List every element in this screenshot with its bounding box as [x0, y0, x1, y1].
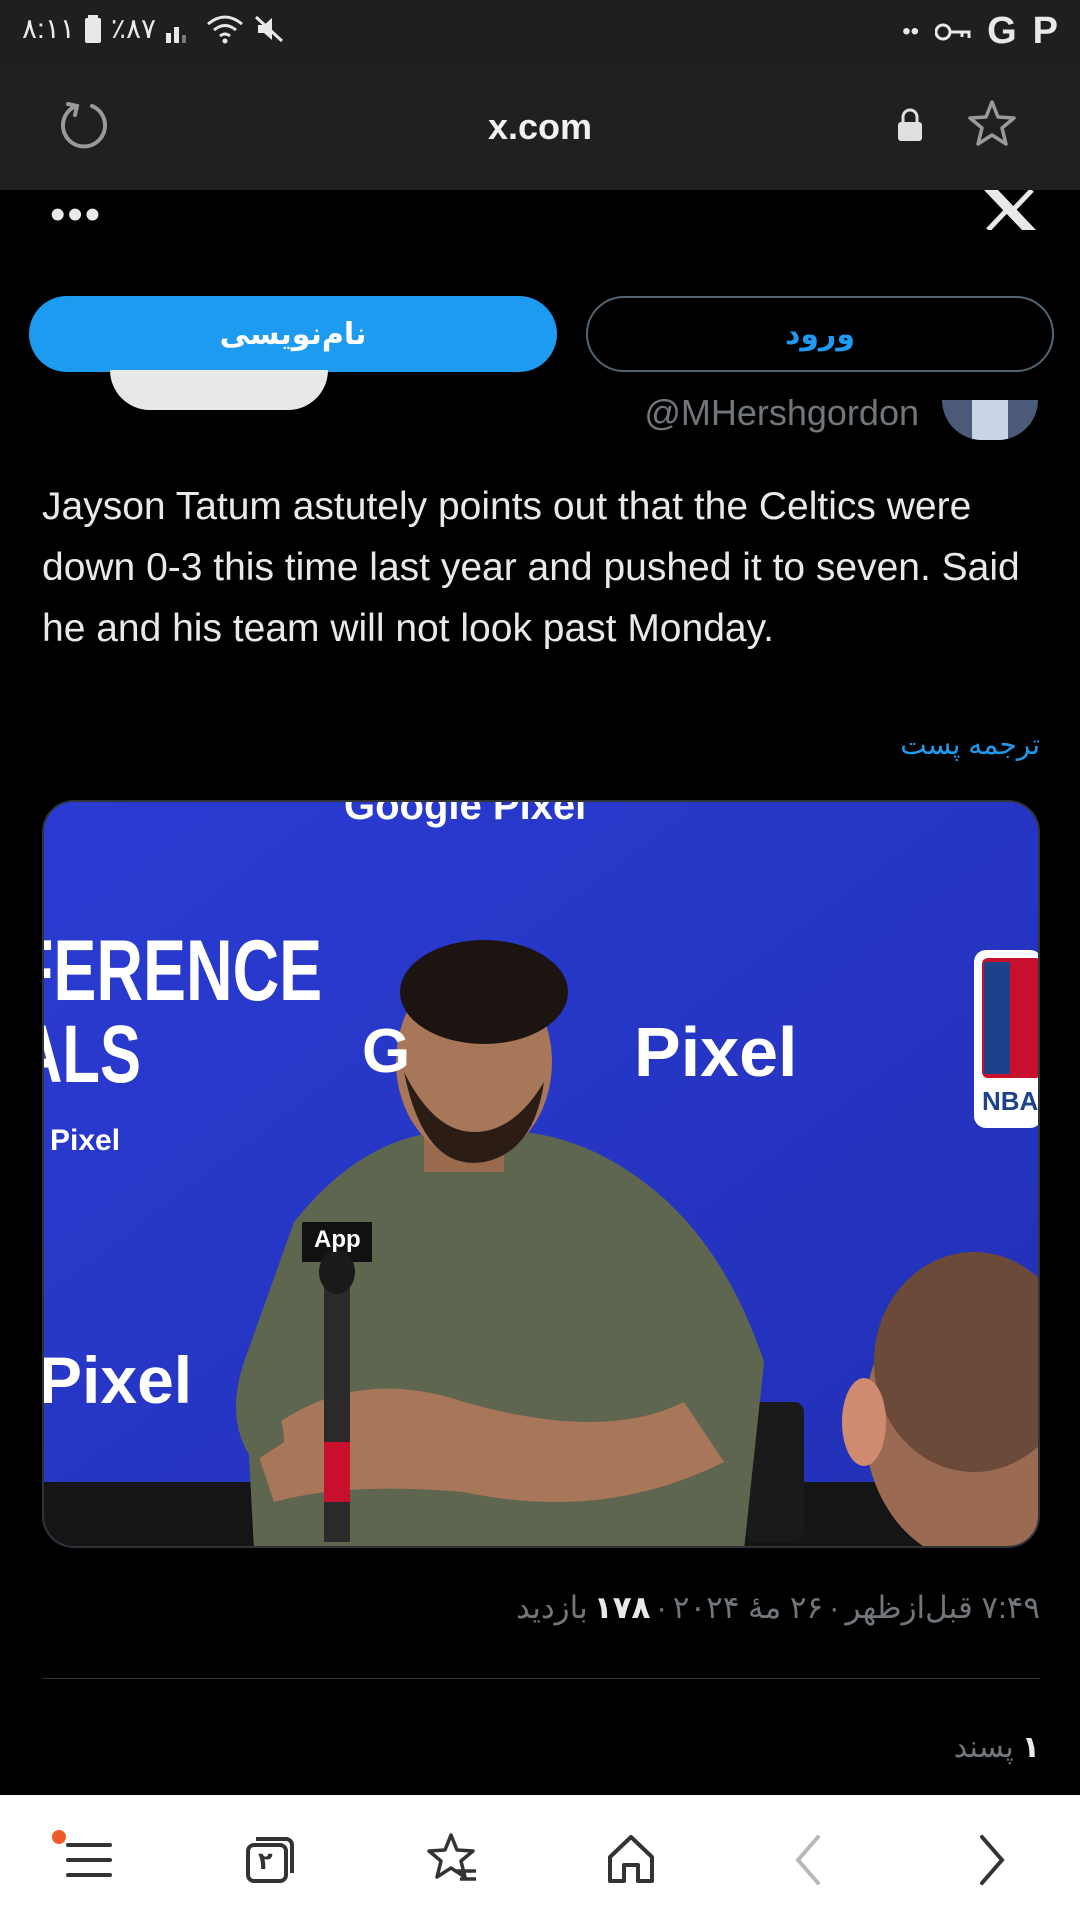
photo-g-letter: G [362, 1017, 411, 1086]
views-label: بازدید [515, 1590, 588, 1625]
photo-nba-text: NBA [982, 1086, 1039, 1116]
follow-button[interactable] [110, 370, 328, 410]
photo-mic-flag-text: App [314, 1226, 361, 1253]
back-icon[interactable] [774, 1825, 844, 1895]
more-options-icon[interactable]: ••• [50, 190, 102, 240]
tweet-time[interactable]: ۷:۴۹ قبل‌ازظهر [846, 1590, 1041, 1626]
bookmarks-icon[interactable] [416, 1825, 486, 1895]
press-conference-photo [44, 802, 1038, 1546]
photo-top-banner: Google Pixel [344, 800, 587, 828]
tweet-metadata: ۷:۴۹ قبل‌ازظهر · ۲۶ مهٔ ۲۰۲۴ · ۱۷۸ بازدی… [516, 1590, 1040, 1626]
author-avatar[interactable] [942, 400, 1038, 440]
signal-icon [166, 26, 187, 43]
photo-conference-text: FERENCE [42, 923, 323, 1019]
status-right: •• G P [902, 10, 1058, 53]
photo-pixel-center: Pixel [634, 1013, 798, 1091]
photo-pixel-bottom: Pixel [42, 1343, 193, 1417]
avatar-shirt [972, 400, 1008, 440]
likes-label: پسند [953, 1731, 1014, 1764]
wifi-icon [207, 15, 243, 43]
browser-address-bar: x.com [0, 62, 1080, 190]
x-page: ••• نام‌نویسی ورود @MHershgordon Jayson … [0, 190, 1080, 1795]
status-time: ۸:۱۱ [22, 13, 75, 44]
battery-percent: ٪۸۷ [110, 13, 157, 44]
mute-icon [255, 15, 284, 42]
battery-icon [84, 14, 101, 43]
signup-button[interactable]: نام‌نویسی [29, 296, 557, 372]
status-left: ۸:۱۱ ٪۸۷ [22, 12, 284, 45]
meta-separator-1: · [829, 1590, 840, 1625]
forward-icon[interactable] [956, 1825, 1026, 1895]
home-icon[interactable] [596, 1825, 666, 1895]
likes-count: ۱ [1021, 1731, 1040, 1764]
tabs-button[interactable]: ۲ [234, 1825, 304, 1895]
p-app-icon: P [1032, 10, 1058, 52]
photo-pixel-small: Pixel [50, 1124, 121, 1157]
bookmark-star-icon[interactable] [966, 98, 1018, 150]
login-button[interactable]: ورود [586, 296, 1054, 372]
tweet-text: Jayson Tatum astutely points out that th… [42, 485, 1020, 650]
tabs-count: ۲ [258, 1848, 273, 1875]
lock-icon [898, 108, 922, 141]
photo-finals-text: ALS [44, 1009, 141, 1100]
meta-separator-2: · [656, 1590, 667, 1625]
divider [42, 1678, 1040, 1679]
likes-stat[interactable]: ۱ پسند [954, 1730, 1040, 1765]
translate-post-link[interactable]: ترجمه پست [900, 728, 1040, 761]
notification-dot [52, 1830, 66, 1844]
views-count: ۱۷۸ [593, 1590, 651, 1625]
status-dots: •• [902, 17, 920, 45]
x-logo-icon[interactable] [982, 190, 1038, 230]
tweet-author-handle[interactable]: @MHershgordon [644, 392, 919, 434]
tweet-date[interactable]: ۲۶ مهٔ ۲۰۲۴ [673, 1590, 823, 1626]
google-g-icon: G [987, 10, 1017, 52]
status-bar: ۸:۱۱ ٪۸۷ •• G P [0, 0, 1080, 62]
tweet-photo[interactable]: Google Pixel FERENCE ALS Pixel G Pixel P… [42, 800, 1040, 1548]
key-icon [935, 23, 971, 40]
browser-bottom-nav: ۲ [0, 1795, 1080, 1920]
